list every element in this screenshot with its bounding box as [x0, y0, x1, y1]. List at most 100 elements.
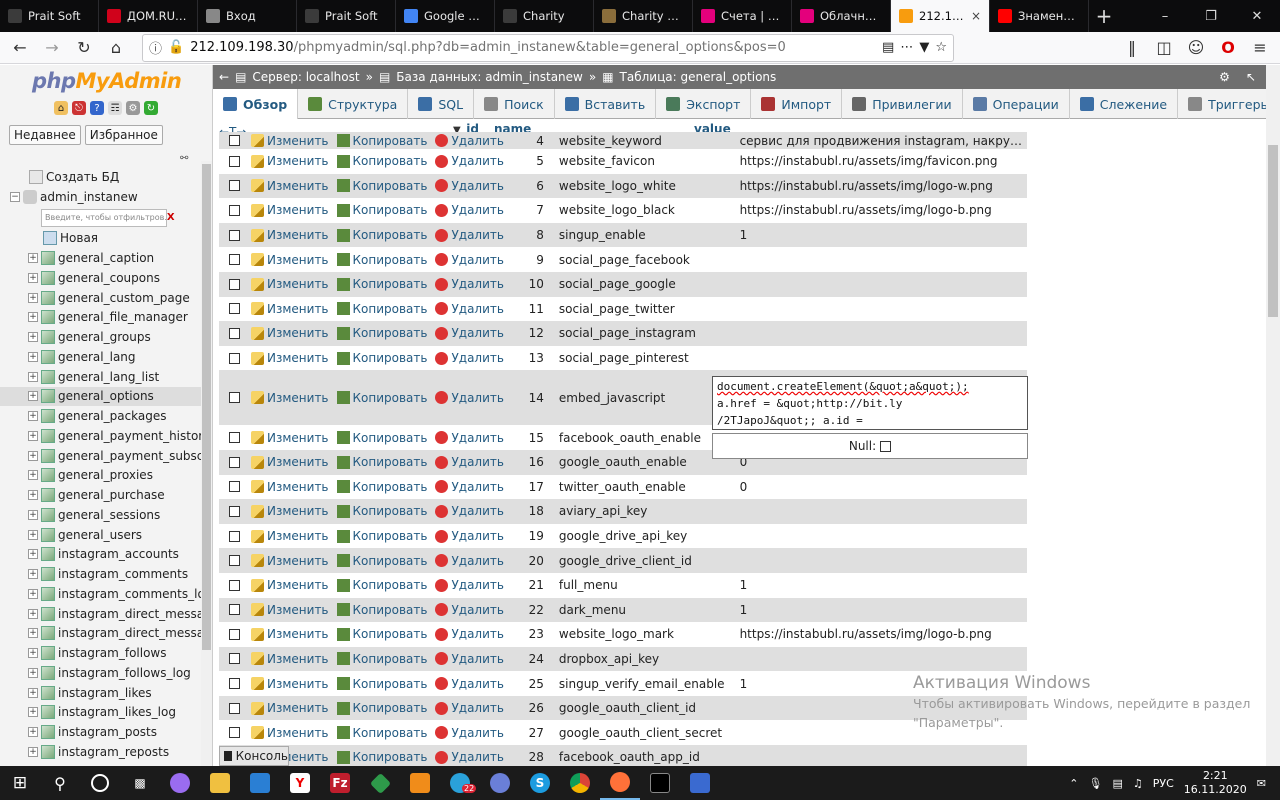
sidebar-table-item[interactable]: + general_users	[0, 525, 201, 545]
expand-icon[interactable]: +	[28, 667, 38, 678]
row-checkbox[interactable]	[229, 653, 240, 665]
cell-value[interactable]: сервис для продвижения instagram, накрут…	[740, 134, 1027, 148]
minimize-icon[interactable]: –	[1142, 0, 1188, 32]
sidebar-table-item[interactable]: + general_file_manager	[0, 308, 201, 328]
null-checkbox[interactable]	[880, 440, 892, 452]
delete-link[interactable]: Удалить	[435, 578, 504, 592]
delete-link[interactable]: Удалить	[435, 302, 504, 316]
edit-link[interactable]: Изменить	[251, 504, 329, 518]
tab-9[interactable]: Операции	[963, 89, 1070, 119]
favorites-button[interactable]: Избранное	[84, 125, 163, 145]
sidebar-table-item[interactable]: + general_caption	[0, 248, 201, 268]
expand-icon[interactable]: +	[28, 450, 38, 461]
cell-value[interactable]: 1	[740, 578, 1027, 592]
sidebar-table-item[interactable]: + instagram_comments	[0, 564, 201, 584]
copy-link[interactable]: Копировать	[336, 203, 427, 217]
breadcrumb-table[interactable]: Таблица: general_options	[620, 70, 777, 84]
expand-icon[interactable]: +	[28, 648, 38, 659]
delete-link[interactable]: Удалить	[435, 750, 504, 764]
delete-link[interactable]: Удалить	[435, 652, 504, 666]
expand-icon[interactable]: +	[28, 253, 38, 264]
delete-link[interactable]: Удалить	[435, 228, 504, 242]
sidebar-table-item[interactable]: + instagram_likes_log	[0, 703, 201, 723]
browser-tab[interactable]: 212.109.19 ×	[891, 0, 990, 32]
logout-icon[interactable]: ⎋	[72, 101, 86, 115]
edit-link[interactable]: Изменить	[251, 701, 329, 715]
page-actions-icon[interactable]: ⋯	[900, 40, 913, 55]
copy-link[interactable]: Копировать	[336, 302, 427, 316]
collapse-icon[interactable]: −	[10, 191, 20, 202]
info-icon[interactable]: ⓘ	[149, 38, 162, 57]
volume-icon[interactable]: ♫	[1133, 777, 1143, 790]
cell-name[interactable]: dark_menu	[559, 603, 740, 617]
insecure-lock-icon[interactable]: 🔓	[168, 40, 184, 55]
sidebar-table-item[interactable]: + instagram_comments_log	[0, 584, 212, 604]
row-checkbox[interactable]	[229, 579, 240, 591]
bookmark-star-icon[interactable]: ☆	[935, 40, 947, 55]
pocket-icon[interactable]: ▼	[919, 40, 929, 55]
copy-link[interactable]: Копировать	[336, 228, 427, 242]
row-checkbox[interactable]	[229, 604, 240, 616]
copy-link[interactable]: Копировать	[336, 652, 427, 666]
sidebar-table-item[interactable]: + general_coupons	[0, 268, 201, 288]
store-icon[interactable]	[240, 766, 280, 800]
microphone-icon[interactable]: 🎙	[1089, 777, 1103, 790]
browser-tab[interactable]: Вход	[198, 0, 297, 32]
cell-value[interactable]: 1	[740, 228, 1027, 242]
expand-icon[interactable]: +	[28, 292, 38, 303]
copy-link[interactable]: Копировать	[336, 431, 427, 445]
tab-8[interactable]: Привилегии	[842, 89, 963, 119]
cell-name[interactable]: social_page_twitter	[559, 302, 740, 316]
edit-link[interactable]: Изменить	[251, 203, 329, 217]
cell-value[interactable]: https://instabubl.ru/assets/img/logo-b.p…	[740, 203, 1027, 217]
url-bar[interactable]: ⓘ 🔓 212.109.198.30/phpmyadmin/sql.php?db…	[142, 33, 954, 62]
edit-link[interactable]: Изменить	[251, 652, 329, 666]
edit-link[interactable]: Изменить	[251, 302, 329, 316]
telegram-icon[interactable]: 22	[440, 766, 480, 800]
delete-link[interactable]: Удалить	[435, 677, 504, 691]
home-icon[interactable]: ⌂	[102, 34, 130, 62]
delete-link[interactable]: Удалить	[435, 504, 504, 518]
git-icon[interactable]	[360, 766, 400, 800]
row-checkbox[interactable]	[229, 327, 240, 339]
cell-value[interactable]: https://instabubl.ru/assets/img/logo-w.p…	[740, 179, 1027, 193]
sidebar-table-item[interactable]: + general_custom_page	[0, 288, 201, 308]
row-checkbox[interactable]	[229, 678, 240, 690]
expand-icon[interactable]: +	[28, 569, 38, 580]
sidebar-table-item[interactable]: + instagram_direct_message	[0, 624, 212, 644]
copy-link[interactable]: Копировать	[336, 726, 427, 740]
edit-link[interactable]: Изменить	[251, 627, 329, 641]
tab-3[interactable]: SQL	[408, 89, 475, 119]
row-checkbox[interactable]	[229, 135, 240, 146]
tab-6[interactable]: Экспорт	[656, 89, 752, 119]
edit-link[interactable]: Изменить	[251, 554, 329, 568]
row-checkbox[interactable]	[229, 278, 240, 290]
edit-link[interactable]: Изменить	[251, 677, 329, 691]
filezilla-icon[interactable]: Fz	[320, 766, 360, 800]
left-scroll-thumb[interactable]	[202, 164, 211, 650]
row-checkbox[interactable]	[229, 204, 240, 216]
tab-10[interactable]: Слежение	[1070, 89, 1179, 119]
cell-name[interactable]: website_logo_mark	[559, 627, 740, 641]
phpmyadmin-logo[interactable]: phpMyAdmin	[32, 69, 182, 93]
sidebar-table-item[interactable]: + instagram_accounts	[0, 545, 201, 565]
copy-link[interactable]: Копировать	[336, 134, 427, 148]
cell-name[interactable]: social_page_google	[559, 277, 740, 291]
copy-link[interactable]: Копировать	[336, 750, 427, 764]
expand-icon[interactable]: +	[28, 371, 38, 382]
sidebar-table-item[interactable]: + general_payment_subscrip	[0, 446, 212, 466]
sidebar-table-item[interactable]: + instagram_posts	[0, 722, 201, 742]
cell-name[interactable]: full_menu	[559, 578, 740, 592]
row-checkbox[interactable]	[229, 481, 240, 493]
new-table-item[interactable]: Новая	[0, 229, 201, 249]
cell-name[interactable]: google_drive_api_key	[559, 529, 740, 543]
copy-link[interactable]: Копировать	[336, 253, 427, 267]
cell-value[interactable]: 0	[740, 480, 1027, 494]
browser-tab[interactable]: Prait Soft	[297, 0, 396, 32]
edit-link[interactable]: Изменить	[251, 228, 329, 242]
cell-name[interactable]: singup_enable	[559, 228, 740, 242]
expand-icon[interactable]: +	[28, 391, 38, 402]
delete-link[interactable]: Удалить	[435, 277, 504, 291]
library-icon[interactable]: ‖	[1118, 34, 1146, 62]
network-icon[interactable]: ▤	[1112, 777, 1122, 790]
